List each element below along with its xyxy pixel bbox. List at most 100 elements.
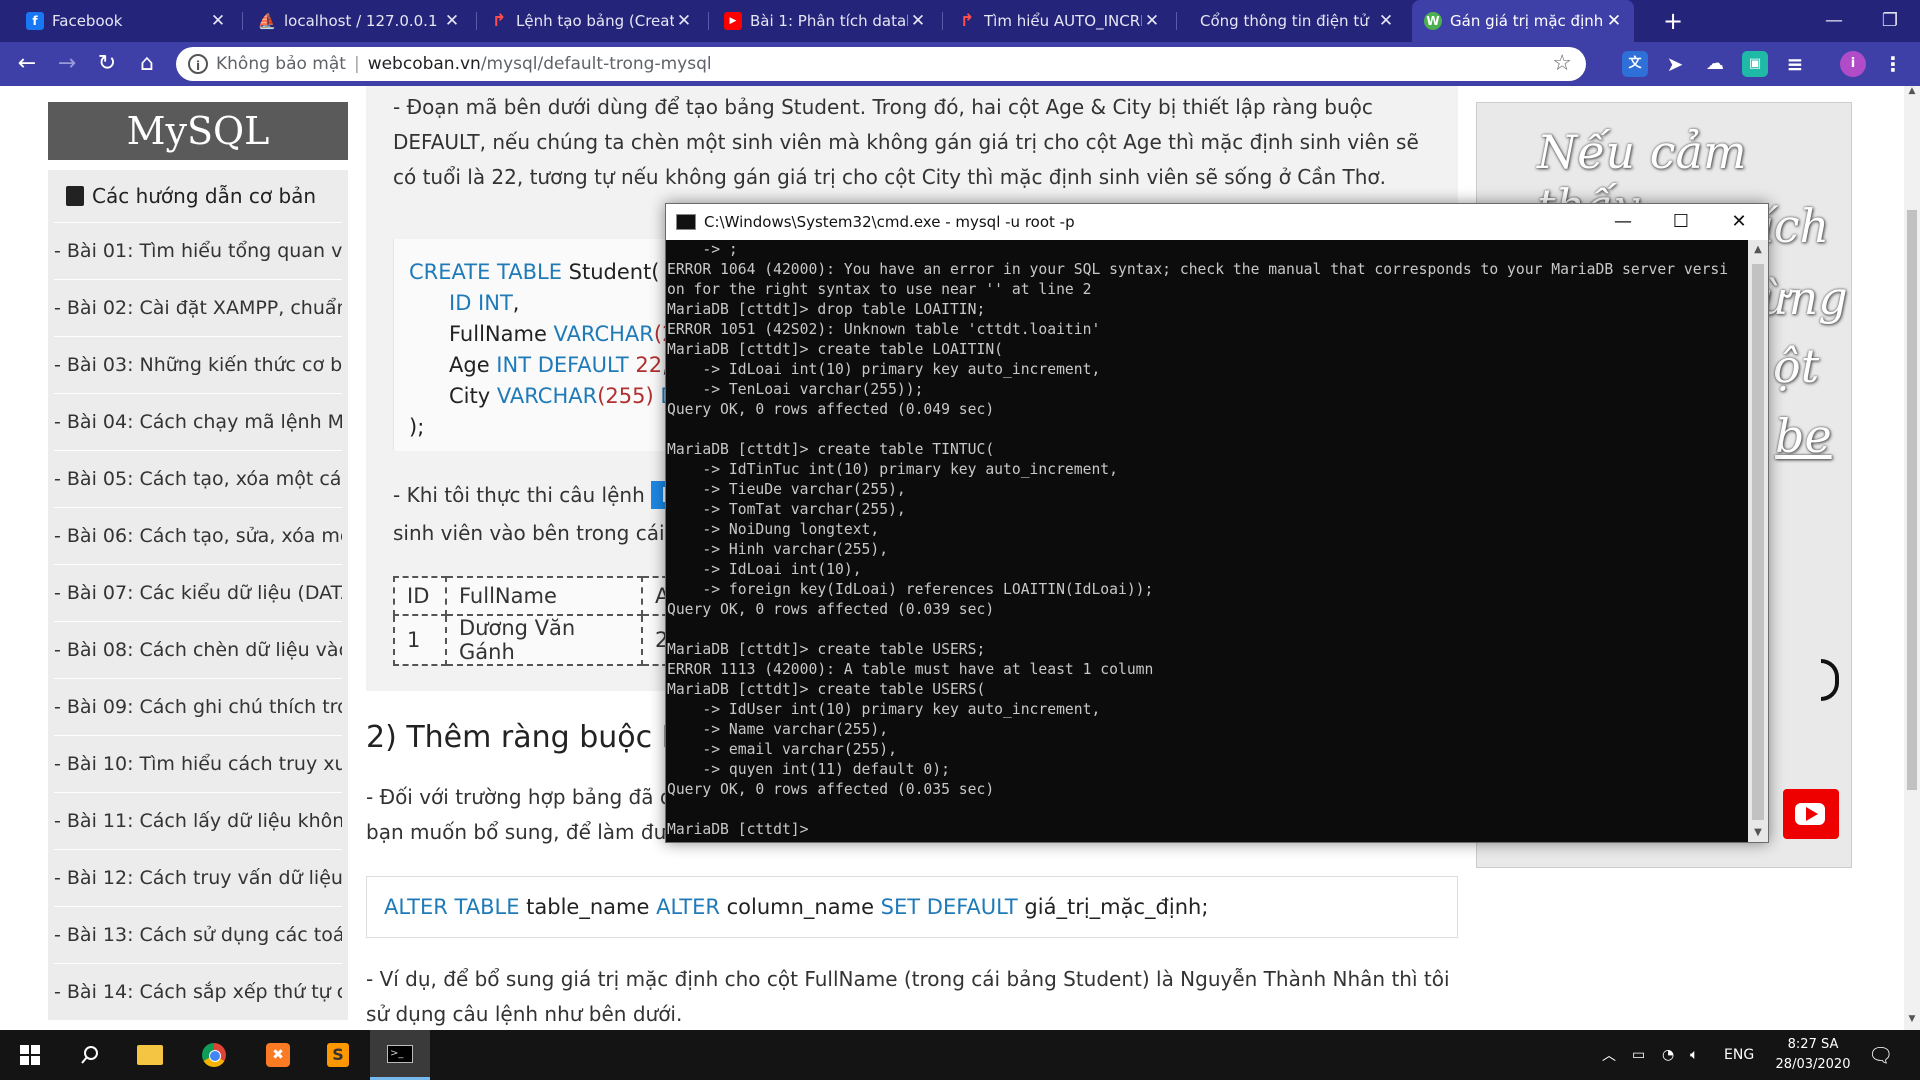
new-tab-button[interactable]: + [1658, 6, 1688, 36]
url-path: /mysql/default-trong-mysql [480, 54, 712, 74]
tab-active-default[interactable]: W Gán giá trị mặc định c ✕ [1412, 0, 1634, 42]
paragraph-2-line-2: bạn muốn bổ sung, để làm được [366, 820, 690, 844]
minimize-button[interactable]: — [1806, 0, 1862, 42]
cmd-scrollbar[interactable]: ▲ ▼ [1748, 240, 1768, 842]
notification-icon[interactable]: 🗨︎ [1868, 1030, 1893, 1080]
cmd-icon [676, 214, 696, 230]
tab-auto-increment[interactable]: ↱ Tìm hiểu AUTO_INCRE ✕ [946, 0, 1172, 42]
close-tab-icon[interactable]: ✕ [1142, 11, 1162, 31]
cmd-window[interactable]: C:\Windows\System32\cmd.exe - mysql -u r… [665, 203, 1769, 843]
search-icon [81, 1046, 98, 1064]
tab-youtube[interactable]: ▶ Bài 1: Phân tích databa ✕ [712, 0, 938, 42]
cmd-close-button[interactable]: ✕ [1710, 204, 1768, 240]
cmd-console-output[interactable]: -> ; ERROR 1064 (42000): You have an err… [666, 240, 1746, 842]
tab-phpmyadmin[interactable]: ⛵ localhost / 127.0.0.1 / ✕ [246, 0, 472, 42]
decorative-shape [1821, 659, 1839, 701]
close-tab-icon[interactable]: ✕ [442, 11, 462, 31]
table-header-row: ID FullName Ag [393, 576, 697, 616]
blank-page-icon [1192, 12, 1196, 30]
volume-icon[interactable]: 🔈︎ [1690, 1030, 1698, 1080]
info-icon[interactable]: i [188, 54, 208, 74]
sidebar-item[interactable]: - Bài 03: Những kiến thức cơ b... [54, 336, 342, 393]
flag-icon: ↱ [959, 11, 975, 31]
sidebar-title: MySQL [48, 102, 348, 160]
tab-cong-thong-tin[interactable]: Cổng thông tin điện tử ✕ [1180, 0, 1406, 42]
sidebar-item[interactable]: - Bài 07: Các kiểu dữ liệu (DATA... [54, 564, 342, 621]
media-control-icon[interactable]: ≡ [1782, 51, 1808, 77]
back-button[interactable]: ← [12, 49, 42, 79]
flag-icon: ↱ [491, 11, 507, 31]
restore-button[interactable]: ❐ [1862, 0, 1918, 42]
close-tab-icon[interactable]: ✕ [1376, 11, 1396, 31]
section-heading: 2) Thêm ràng buộc DE [366, 720, 704, 755]
close-tab-icon[interactable]: ✕ [208, 11, 228, 31]
menu-icon[interactable]: ⋮ [1880, 51, 1906, 77]
youtube-icon[interactable] [1783, 789, 1839, 839]
profile-avatar[interactable]: i [1840, 51, 1866, 77]
close-tab-icon[interactable]: ✕ [674, 11, 694, 31]
bookmark-star-icon[interactable]: ☆ [1552, 51, 1572, 76]
file-explorer-icon[interactable] [120, 1030, 180, 1080]
sidebar-item[interactable]: - Bài 02: Cài đặt XAMPP, chuẩn... [54, 279, 342, 336]
sidebar-item[interactable]: - Bài 01: Tìm hiểu tổng quan về... [54, 222, 342, 279]
search-button[interactable] [60, 1030, 120, 1080]
sidebar-item[interactable]: - Bài 09: Cách ghi chú thích tro... [54, 678, 342, 735]
home-button[interactable]: ⌂ [132, 49, 162, 79]
windows-taskbar: ✖ S >_ ︿ ▭ ◔ 🔈︎ ENG 8:27 SA 28/03/2020 🗨… [0, 1030, 1920, 1080]
sidebar-item[interactable]: - Bài 04: Cách chạy mã lệnh M... [54, 393, 342, 450]
sidebar-item[interactable]: - Bài 11: Cách lấy dữ liệu không... [54, 792, 342, 849]
sidebar-group-basic[interactable]: Các hướng dẫn cơ bản [48, 170, 348, 222]
facebook-icon: f [26, 12, 44, 30]
webcoban-icon: W [1424, 12, 1442, 30]
tab-create-table[interactable]: ↱ Lệnh tạo bảng (Create ✕ [478, 0, 704, 42]
translate-extension-icon[interactable]: 文 [1622, 51, 1648, 77]
network-icon[interactable]: ◔ [1662, 1030, 1674, 1080]
page-scrollbar-thumb[interactable] [1907, 210, 1917, 790]
url-host: webcoban.vn [367, 54, 481, 74]
sidebar-item[interactable]: - Bài 13: Cách sử dụng các toán... [54, 906, 342, 963]
show-hidden-icons[interactable]: ︿ [1602, 1030, 1616, 1080]
sidebar-item[interactable]: - Bài 05: Cách tạo, xóa một cái ... [54, 450, 342, 507]
close-tab-icon[interactable]: ✕ [908, 11, 928, 31]
student-table: ID FullName Ag 1 Dương Văn Gánh 22 [393, 576, 697, 666]
start-button[interactable] [0, 1030, 60, 1080]
battery-icon[interactable]: ▭ [1632, 1030, 1645, 1080]
cmd-maximize-button[interactable]: ☐ [1652, 204, 1710, 240]
sidebar-item[interactable]: - Bài 08: Cách chèn dữ liệu vào ... [54, 621, 342, 678]
windows-logo-icon [20, 1045, 40, 1065]
security-label: Không bảo mật [216, 54, 346, 74]
table-row: 1 Dương Văn Gánh 22 [393, 614, 697, 666]
cmd-title-bar[interactable]: C:\Windows\System32\cmd.exe - mysql -u r… [666, 204, 1768, 240]
paragraph-3: - Ví dụ, để bổ sung giá trị mặc định cho… [366, 967, 1450, 1026]
address-bar[interactable]: i Không bảo mật | webcoban.vn /mysql/def… [176, 47, 1586, 81]
sidebar-item[interactable]: - Bài 10: Tìm hiểu cách truy xu... [54, 735, 342, 792]
intro-paragraph: - Đoạn mã bên dưới dùng để tạo bảng Stud… [393, 95, 1419, 189]
sidebar: MySQL Các hướng dẫn cơ bản - Bài 01: Tìm… [48, 102, 348, 1020]
reload-button[interactable]: ↻ [92, 49, 122, 79]
square-extension-icon[interactable]: ▣ [1742, 51, 1768, 77]
forward-button[interactable]: → [52, 49, 82, 79]
code-block-alter-table: ALTER TABLE table_name ALTER column_name… [366, 876, 1458, 938]
paragraph-2-line-1: - Đối với trường hợp bảng đã đượ [366, 785, 698, 809]
browser-toolbar: ← → ↻ ⌂ i Không bảo mật | webcoban.vn /m… [0, 42, 1920, 86]
clock[interactable]: 8:27 SA 28/03/2020 [1768, 1030, 1858, 1080]
arrow-extension-icon[interactable]: ➤ [1662, 51, 1688, 77]
sidebar-item[interactable]: - Bài 14: Cách sắp xếp thứ tự củ... [54, 963, 342, 1020]
sidebar-item[interactable]: - Bài 12: Cách truy vấn dữ liệu t... [54, 849, 342, 906]
chrome-icon[interactable] [184, 1030, 244, 1080]
page-scrollbar[interactable]: ▲ ▼ [1904, 86, 1920, 1030]
cmd-scrollbar-thumb[interactable] [1752, 264, 1764, 820]
exec-paragraph: - Khi tôi thực thi câu lệnh IN [393, 478, 692, 513]
cloud-extension-icon[interactable]: ☁ [1702, 51, 1728, 77]
sublime-text-icon[interactable]: S [308, 1030, 368, 1080]
close-tab-icon[interactable]: ✕ [1604, 11, 1624, 31]
tab-facebook[interactable]: f Facebook ✕ [14, 0, 238, 42]
cmd-taskbar-icon[interactable]: >_ [370, 1030, 430, 1080]
tab-strip: f Facebook ✕ ⛵ localhost / 127.0.0.1 / ✕… [0, 0, 1920, 42]
language-indicator[interactable]: ENG [1724, 1030, 1754, 1080]
youtube-icon: ▶ [724, 12, 742, 30]
sidebar-item[interactable]: - Bài 06: Cách tạo, sửa, xóa một... [54, 507, 342, 564]
cmd-text: -> ; ERROR 1064 (42000): You have an err… [667, 241, 1729, 838]
xampp-icon[interactable]: ✖ [248, 1030, 308, 1080]
cmd-minimize-button[interactable]: — [1594, 204, 1652, 240]
